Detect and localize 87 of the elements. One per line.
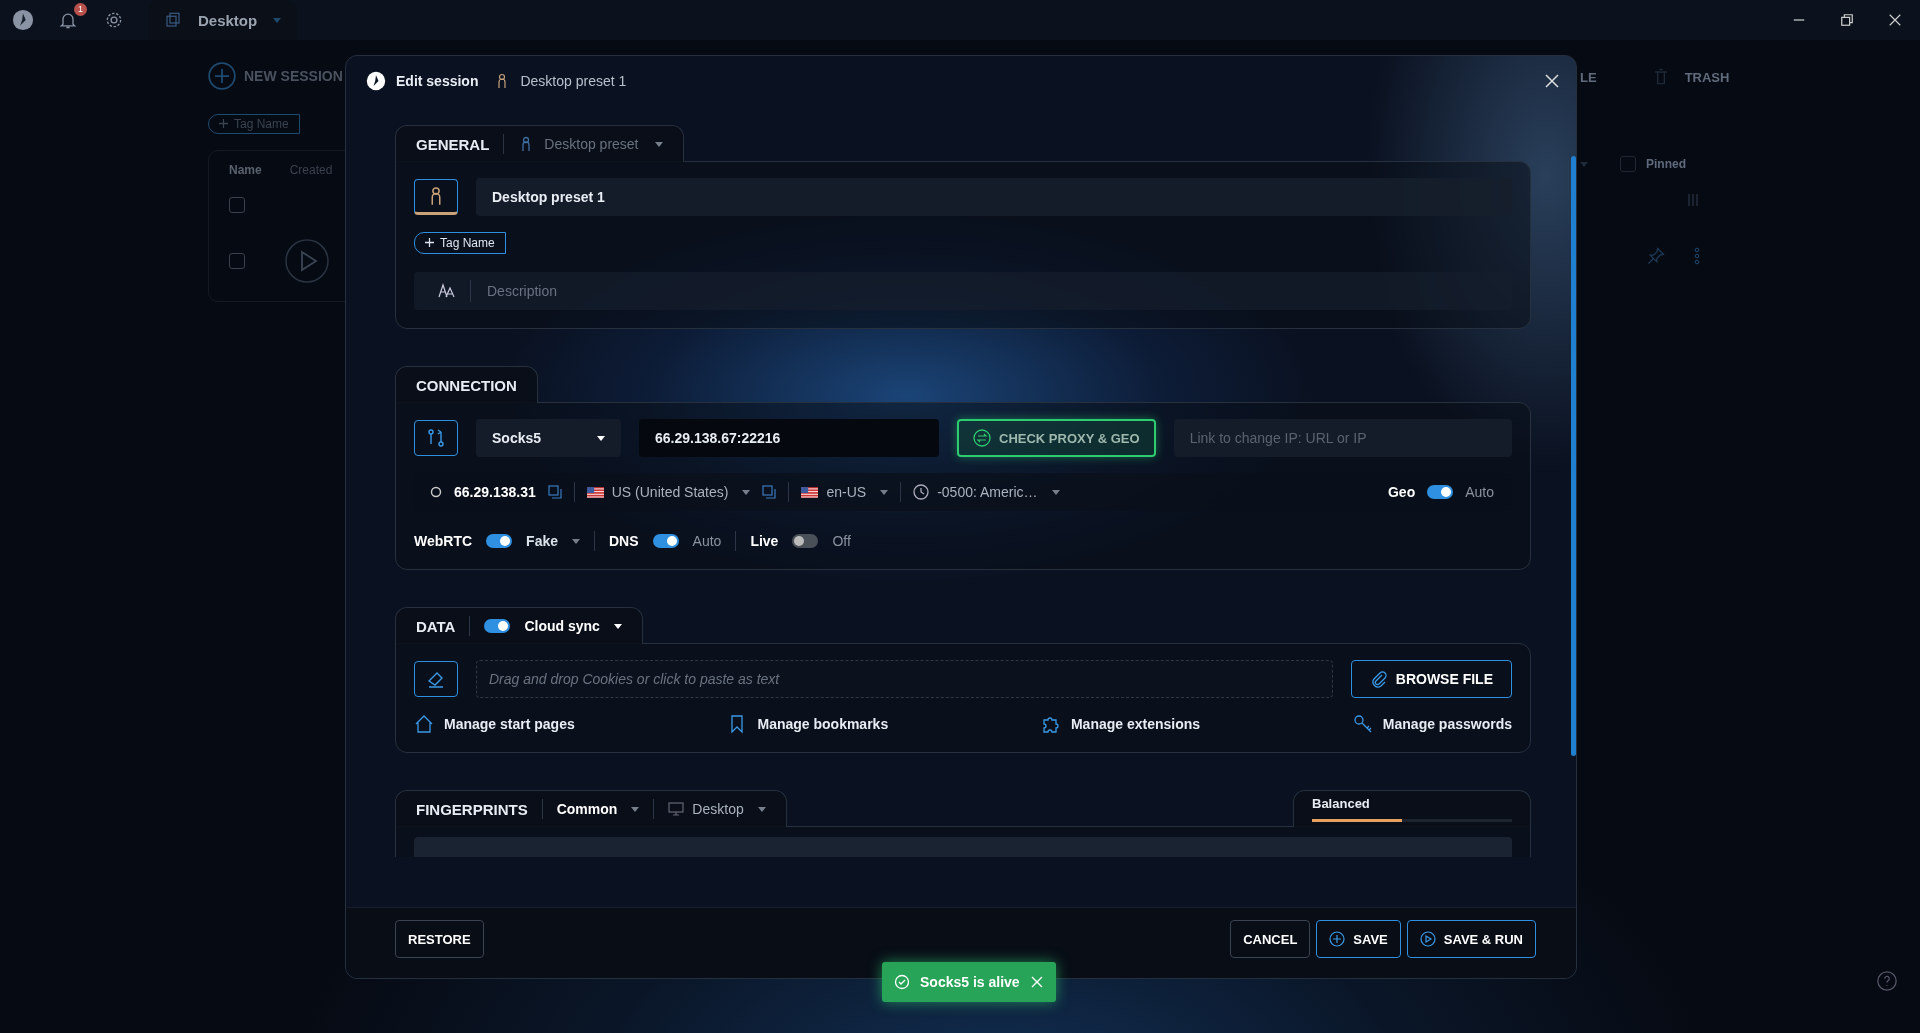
plus-icon: [219, 119, 228, 128]
toggle-switch[interactable]: [1427, 485, 1454, 499]
close-icon[interactable]: [1544, 73, 1560, 89]
toggle-label: WebRTC: [414, 533, 473, 549]
settings-icon[interactable]: [104, 10, 124, 30]
help-icon[interactable]: [1876, 970, 1898, 992]
plus-circle-icon: [208, 62, 236, 90]
cloud-sync-dropdown[interactable]: Cloud sync: [524, 618, 622, 634]
copy-icon[interactable]: [547, 485, 562, 499]
cancel-button[interactable]: CANCEL: [1230, 920, 1311, 958]
copy-icon[interactable]: [762, 485, 777, 499]
dialog-title: Edit session: [396, 73, 479, 89]
profiles-icon: [164, 11, 182, 29]
section-title: FINGERPRINTS: [416, 800, 528, 818]
toggle-switch[interactable]: [652, 534, 679, 548]
toggle-value: Off: [832, 533, 851, 549]
save-and-run-button[interactable]: SAVE & RUN: [1406, 920, 1536, 958]
geo-value: Auto: [1465, 484, 1494, 500]
monitor-icon: [668, 801, 685, 817]
restore-button[interactable]: RESTORE: [395, 920, 484, 958]
restore-icon[interactable]: [1840, 13, 1854, 27]
scrollbar[interactable]: [1571, 156, 1576, 756]
manage-link[interactable]: Manage passwords: [1352, 714, 1512, 734]
flag-icon: [586, 486, 604, 498]
section-title: GENERAL: [416, 135, 490, 153]
font-icon: [438, 282, 456, 300]
toggle-value: Auto: [692, 533, 722, 549]
toggle-label: Live: [750, 533, 779, 549]
plus-icon: [425, 238, 434, 247]
device-dropdown[interactable]: Desktop: [668, 801, 766, 817]
flag-icon: [801, 486, 819, 498]
section-title: CONNECTION: [416, 376, 517, 394]
toggle-label: DNS: [609, 533, 639, 549]
play-circle-icon: [1419, 931, 1436, 947]
swap-arrows-icon: [973, 429, 991, 447]
browse-file-button[interactable]: BROWSE FILE: [1350, 660, 1512, 698]
branch-icon: [426, 428, 446, 448]
ip-address: 66.29.138.31: [454, 484, 536, 500]
app-logo-icon: [366, 71, 386, 91]
key-icon: [1352, 714, 1373, 734]
name-field[interactable]: Desktop preset 1: [476, 178, 1512, 216]
manage-link[interactable]: Manage start pages: [414, 714, 575, 734]
cookies-drop-field[interactable]: Drag and drop Cookies or click to paste as text: [476, 660, 1333, 698]
language-dropdown[interactable]: en-US: [801, 484, 889, 500]
save-button[interactable]: SAVE: [1316, 920, 1401, 958]
toast-message: Socks5 is alive: [920, 974, 1020, 990]
proxy-address-field[interactable]: 66.29.138.67:22216: [639, 419, 939, 457]
mode-dropdown[interactable]: Common: [556, 801, 640, 817]
eraser-button[interactable]: [414, 661, 458, 697]
puzzle-icon: [1040, 714, 1061, 734]
caret-icon: [273, 17, 282, 23]
preset-dropdown[interactable]: Desktop preset: [518, 136, 663, 152]
toggle-switch[interactable]: [792, 534, 819, 548]
change-ip-field[interactable]: Link to change IP: URL or IP: [1173, 419, 1512, 457]
description-field[interactable]: Description: [485, 282, 1496, 300]
proxy-type-dropdown[interactable]: Socks5: [476, 419, 621, 457]
manage-link[interactable]: Manage extensions: [1040, 714, 1201, 734]
status-circle-icon: [430, 486, 442, 498]
checkbox[interactable]: [229, 197, 245, 213]
avatar-button[interactable]: [414, 179, 458, 215]
toggle-switch[interactable]: [484, 619, 511, 633]
toggle-switch[interactable]: [486, 534, 513, 548]
fingerprint-profile-tab[interactable]: Balanced: [1293, 790, 1531, 827]
section-title: DATA: [416, 617, 456, 635]
preset-name: Desktop preset 1: [520, 73, 627, 89]
proxy-icon-button[interactable]: [414, 420, 458, 456]
tab[interactable]: TRASH: [1684, 69, 1730, 85]
tag-name-button[interactable]: Tag Name: [414, 232, 506, 254]
paperclip-icon: [1369, 670, 1388, 688]
checkbox[interactable]: [229, 253, 245, 269]
check-circle-icon: [894, 974, 910, 990]
mode-dropdown[interactable]: Fake: [526, 533, 580, 549]
plus-circle-icon: [1329, 931, 1346, 947]
notification-badge: 1: [74, 3, 87, 16]
manage-link[interactable]: Manage bookmarks: [727, 714, 889, 734]
timezone-dropdown[interactable]: -0500: Americ…: [913, 484, 1060, 500]
app-logo-icon[interactable]: [12, 9, 34, 31]
workspace-tab[interactable]: Desktop: [148, 0, 298, 40]
checkbox[interactable]: [1620, 156, 1636, 172]
tab[interactable]: LE: [1580, 69, 1597, 85]
geo-label: Geo: [1387, 484, 1416, 500]
check-proxy-button[interactable]: CHECK PROXY & GEO: [957, 419, 1156, 457]
clock-icon: [913, 484, 930, 500]
close-icon[interactable]: [1888, 13, 1902, 27]
home-icon: [414, 714, 434, 734]
country-dropdown[interactable]: US (United States): [586, 484, 751, 500]
pinned-label: Pinned: [1646, 157, 1686, 171]
